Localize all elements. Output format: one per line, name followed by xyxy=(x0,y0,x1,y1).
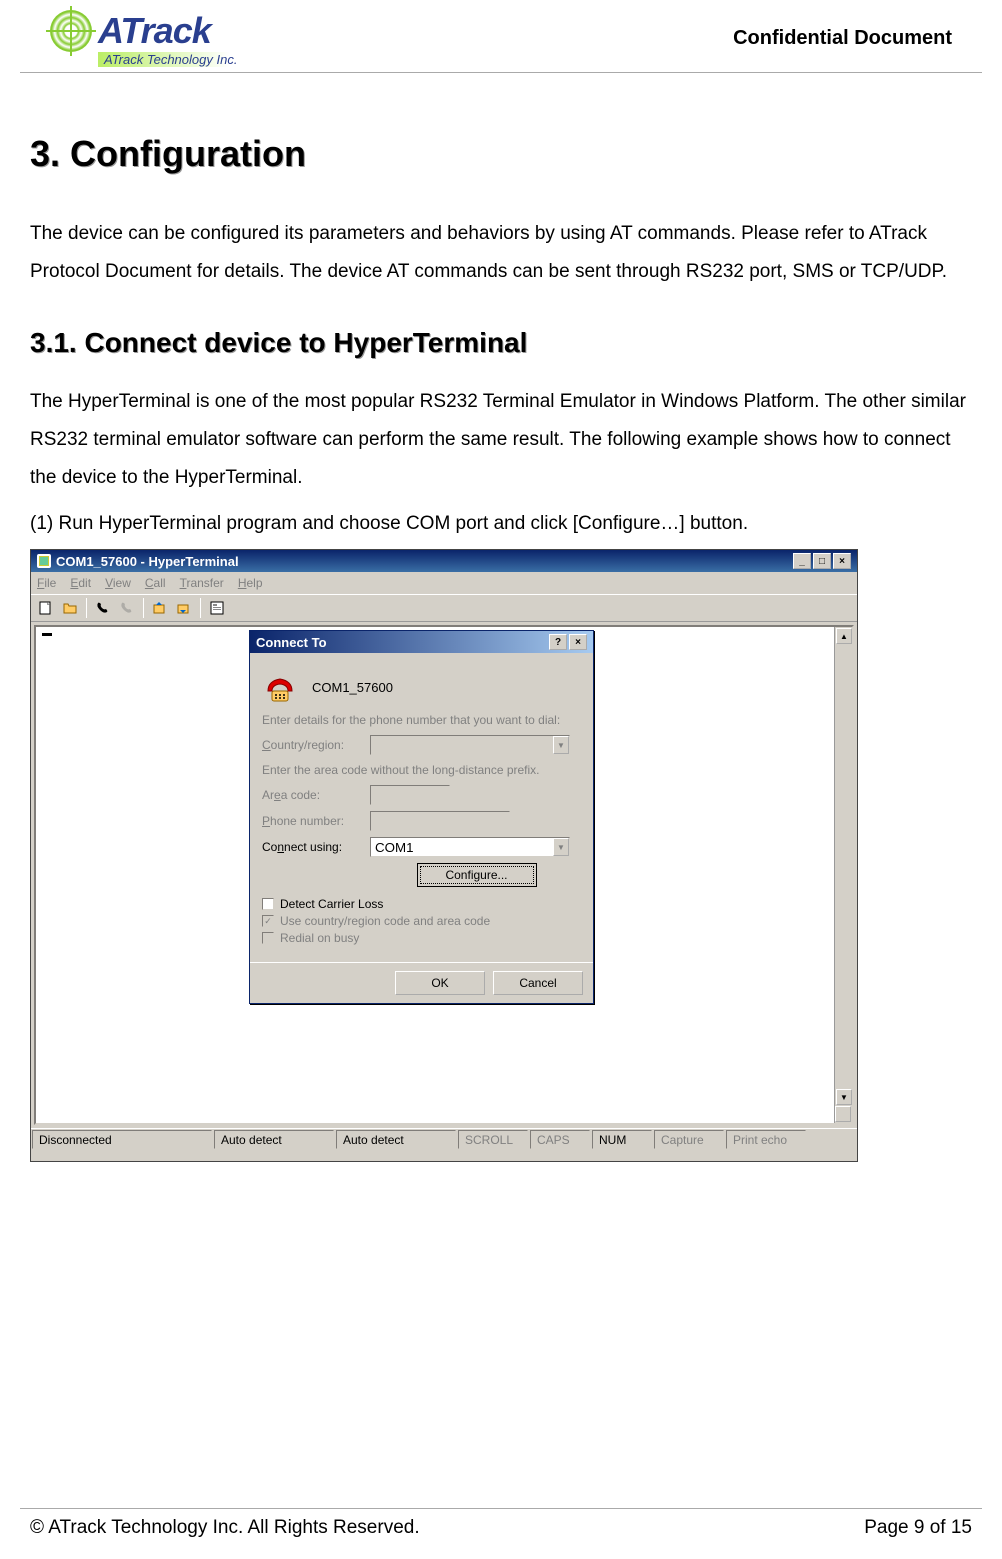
statusbar: Disconnected Auto detect Auto detect SCR… xyxy=(31,1128,857,1150)
menu-edit[interactable]: Edit xyxy=(70,576,91,590)
app-icon xyxy=(37,554,51,568)
toolbar xyxy=(31,594,857,622)
section-paragraph: The HyperTerminal is one of the most pop… xyxy=(30,383,972,497)
use-country-checkbox: ✓ xyxy=(262,915,274,927)
window-titlebar: COM1_57600 - HyperTerminal _ □ × xyxy=(31,550,857,572)
page-footer: © ATrack Technology Inc. All Rights Rese… xyxy=(20,1508,982,1539)
menu-transfer[interactable]: Transfer xyxy=(180,576,224,590)
step-1: (1) Run HyperTerminal program and choose… xyxy=(30,505,972,543)
cancel-button[interactable]: Cancel xyxy=(493,971,583,995)
menu-file[interactable]: File xyxy=(37,576,56,590)
phone-number-input xyxy=(370,811,510,831)
status-autodetect-2: Auto detect xyxy=(336,1130,456,1149)
window-title: COM1_57600 - HyperTerminal xyxy=(56,554,239,569)
redial-label: Redial on busy xyxy=(280,931,359,945)
use-country-label: Use country/region code and area code xyxy=(280,914,490,928)
connect-using-label: Connect using: xyxy=(262,840,362,854)
status-autodetect-1: Auto detect xyxy=(214,1130,334,1149)
heading-2: 3.1. Connect device to HyperTerminal xyxy=(30,327,972,359)
heading-1: 3. Configuration xyxy=(30,133,972,175)
redial-checkbox xyxy=(262,932,274,944)
dialog-close-button[interactable]: × xyxy=(569,634,587,650)
status-capture: Capture xyxy=(654,1130,724,1149)
logo-block: ATrack ATrack Technology Inc. xyxy=(50,10,237,67)
dropdown-arrow-icon[interactable]: ▼ xyxy=(553,838,569,856)
scroll-down-icon[interactable]: ▼ xyxy=(836,1089,852,1105)
area-code-label: Area code: xyxy=(262,788,362,802)
dialog-help-button[interactable]: ? xyxy=(549,634,567,650)
call-icon[interactable] xyxy=(92,597,114,619)
properties-icon[interactable] xyxy=(206,597,228,619)
configure-button[interactable]: Configure... xyxy=(417,863,537,887)
logo-target-icon xyxy=(50,10,92,52)
connection-name: COM1_57600 xyxy=(312,680,393,695)
page-header: ATrack ATrack Technology Inc. Confidenti… xyxy=(20,0,982,73)
country-label: Country/region: xyxy=(262,738,362,752)
footer-page-number: Page 9 of 15 xyxy=(864,1517,972,1539)
dialog-title: Connect To xyxy=(256,635,327,650)
receive-icon[interactable] xyxy=(173,597,195,619)
phone-number-label: Phone number: xyxy=(262,814,362,828)
document-content: 3. Configuration The device can be confi… xyxy=(0,73,1002,1182)
status-printecho: Print echo xyxy=(726,1130,806,1149)
send-icon[interactable] xyxy=(149,597,171,619)
menu-call[interactable]: Call xyxy=(145,576,166,590)
status-caps: CAPS xyxy=(530,1130,590,1149)
detect-carrier-checkbox[interactable] xyxy=(262,898,274,910)
close-button[interactable]: × xyxy=(833,553,851,569)
intro-paragraph: The device can be configured its paramet… xyxy=(30,215,972,291)
new-file-icon[interactable] xyxy=(35,597,57,619)
dialog-instruction-1: Enter details for the phone number that … xyxy=(262,713,581,727)
scroll-corner xyxy=(835,1106,851,1122)
disconnect-icon[interactable] xyxy=(116,597,138,619)
ok-button[interactable]: OK xyxy=(395,971,485,995)
status-num: NUM xyxy=(592,1130,652,1149)
dialog-instruction-2: Enter the area code without the long-dis… xyxy=(262,763,581,777)
header-confidential: Confidential Document xyxy=(733,27,952,50)
maximize-button[interactable]: □ xyxy=(813,553,831,569)
scroll-up-icon[interactable]: ▲ xyxy=(836,628,852,644)
menu-view[interactable]: View xyxy=(105,576,131,590)
connect-using-select[interactable] xyxy=(370,837,570,857)
vertical-scrollbar[interactable]: ▲ ▼ xyxy=(834,627,852,1123)
logo-text: ATrack xyxy=(98,10,211,52)
footer-copyright: © ATrack Technology Inc. All Rights Rese… xyxy=(30,1517,420,1539)
phone-icon xyxy=(262,669,298,705)
detect-carrier-label: Detect Carrier Loss xyxy=(280,897,383,911)
dialog-titlebar: Connect To ? × xyxy=(250,631,593,653)
open-file-icon[interactable] xyxy=(59,597,81,619)
status-scroll: SCROLL xyxy=(458,1130,528,1149)
menu-help[interactable]: Help xyxy=(238,576,263,590)
menubar: File Edit View Call Transfer Help xyxy=(31,572,857,594)
cursor-icon xyxy=(42,633,52,636)
hyperterminal-screenshot: COM1_57600 - HyperTerminal _ □ × File Ed… xyxy=(30,549,858,1162)
country-select xyxy=(370,735,570,755)
area-code-input xyxy=(370,785,450,805)
status-connection: Disconnected xyxy=(32,1130,212,1149)
minimize-button[interactable]: _ xyxy=(793,553,811,569)
logo-subtitle: ATrack Technology Inc. xyxy=(98,52,237,67)
connect-to-dialog: Connect To ? × COM1_5 xyxy=(249,630,594,1004)
dropdown-arrow-icon: ▼ xyxy=(553,736,569,754)
